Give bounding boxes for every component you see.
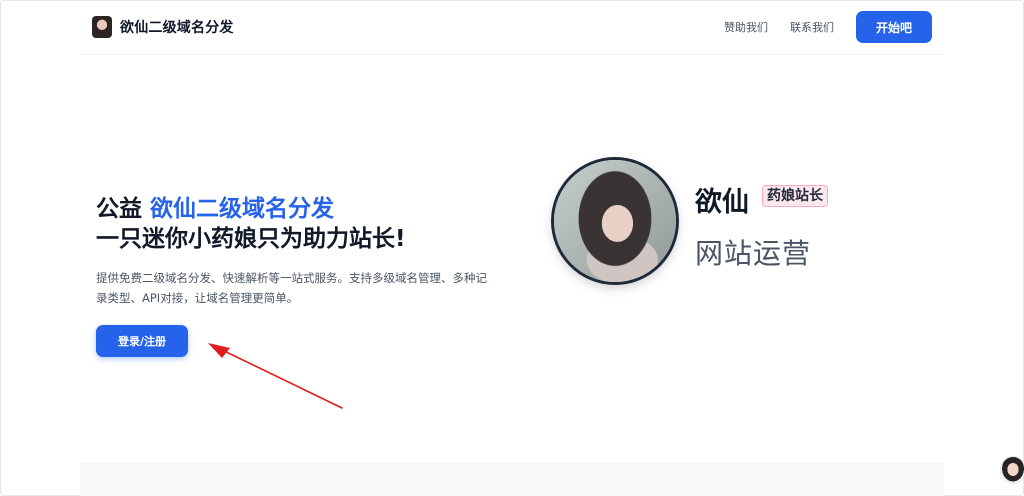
- brand[interactable]: 欲仙二级域名分发: [92, 16, 234, 38]
- hero-title-line2: 一只迷你小药娘只为助力站长!: [96, 226, 406, 252]
- nav-link-contact[interactable]: 联系我们: [790, 19, 834, 35]
- bottom-section: [80, 463, 944, 496]
- nav-link-sponsor[interactable]: 赞助我们: [724, 19, 768, 35]
- start-button[interactable]: 开始吧: [856, 11, 932, 43]
- brand-logo-icon: [92, 16, 112, 38]
- brand-name: 欲仙二级域名分发: [120, 20, 234, 36]
- hero-title-prefix: 公益: [96, 196, 151, 222]
- profile-role: 网站运营: [695, 237, 812, 270]
- profile-name: 欲仙: [695, 187, 749, 218]
- hero-title-line1: 公益 欲仙二级域名分发: [96, 195, 406, 224]
- hero-title-accent: 欲仙二级域名分发: [150, 196, 335, 222]
- site-header: 欲仙二级域名分发 赞助我们 联系我们 开始吧: [80, 0, 944, 55]
- profile-badge: 药娘站长: [762, 185, 828, 207]
- hero-description: 提供免费二级域名分发、快速解析等一站式服务。支持多级域名管理、多种记录类型、AP…: [96, 271, 487, 305]
- profile-avatar: [554, 160, 676, 282]
- annotation-arrow-icon: [208, 343, 343, 409]
- top-nav: 赞助我们 联系我们 开始吧: [724, 11, 932, 43]
- floating-assistant-avatar[interactable]: [1000, 456, 1024, 484]
- login-register-button[interactable]: 登录/注册: [96, 325, 188, 357]
- hero-title: 公益 欲仙二级域名分发 一只迷你小药娘只为助力站长!: [96, 195, 406, 254]
